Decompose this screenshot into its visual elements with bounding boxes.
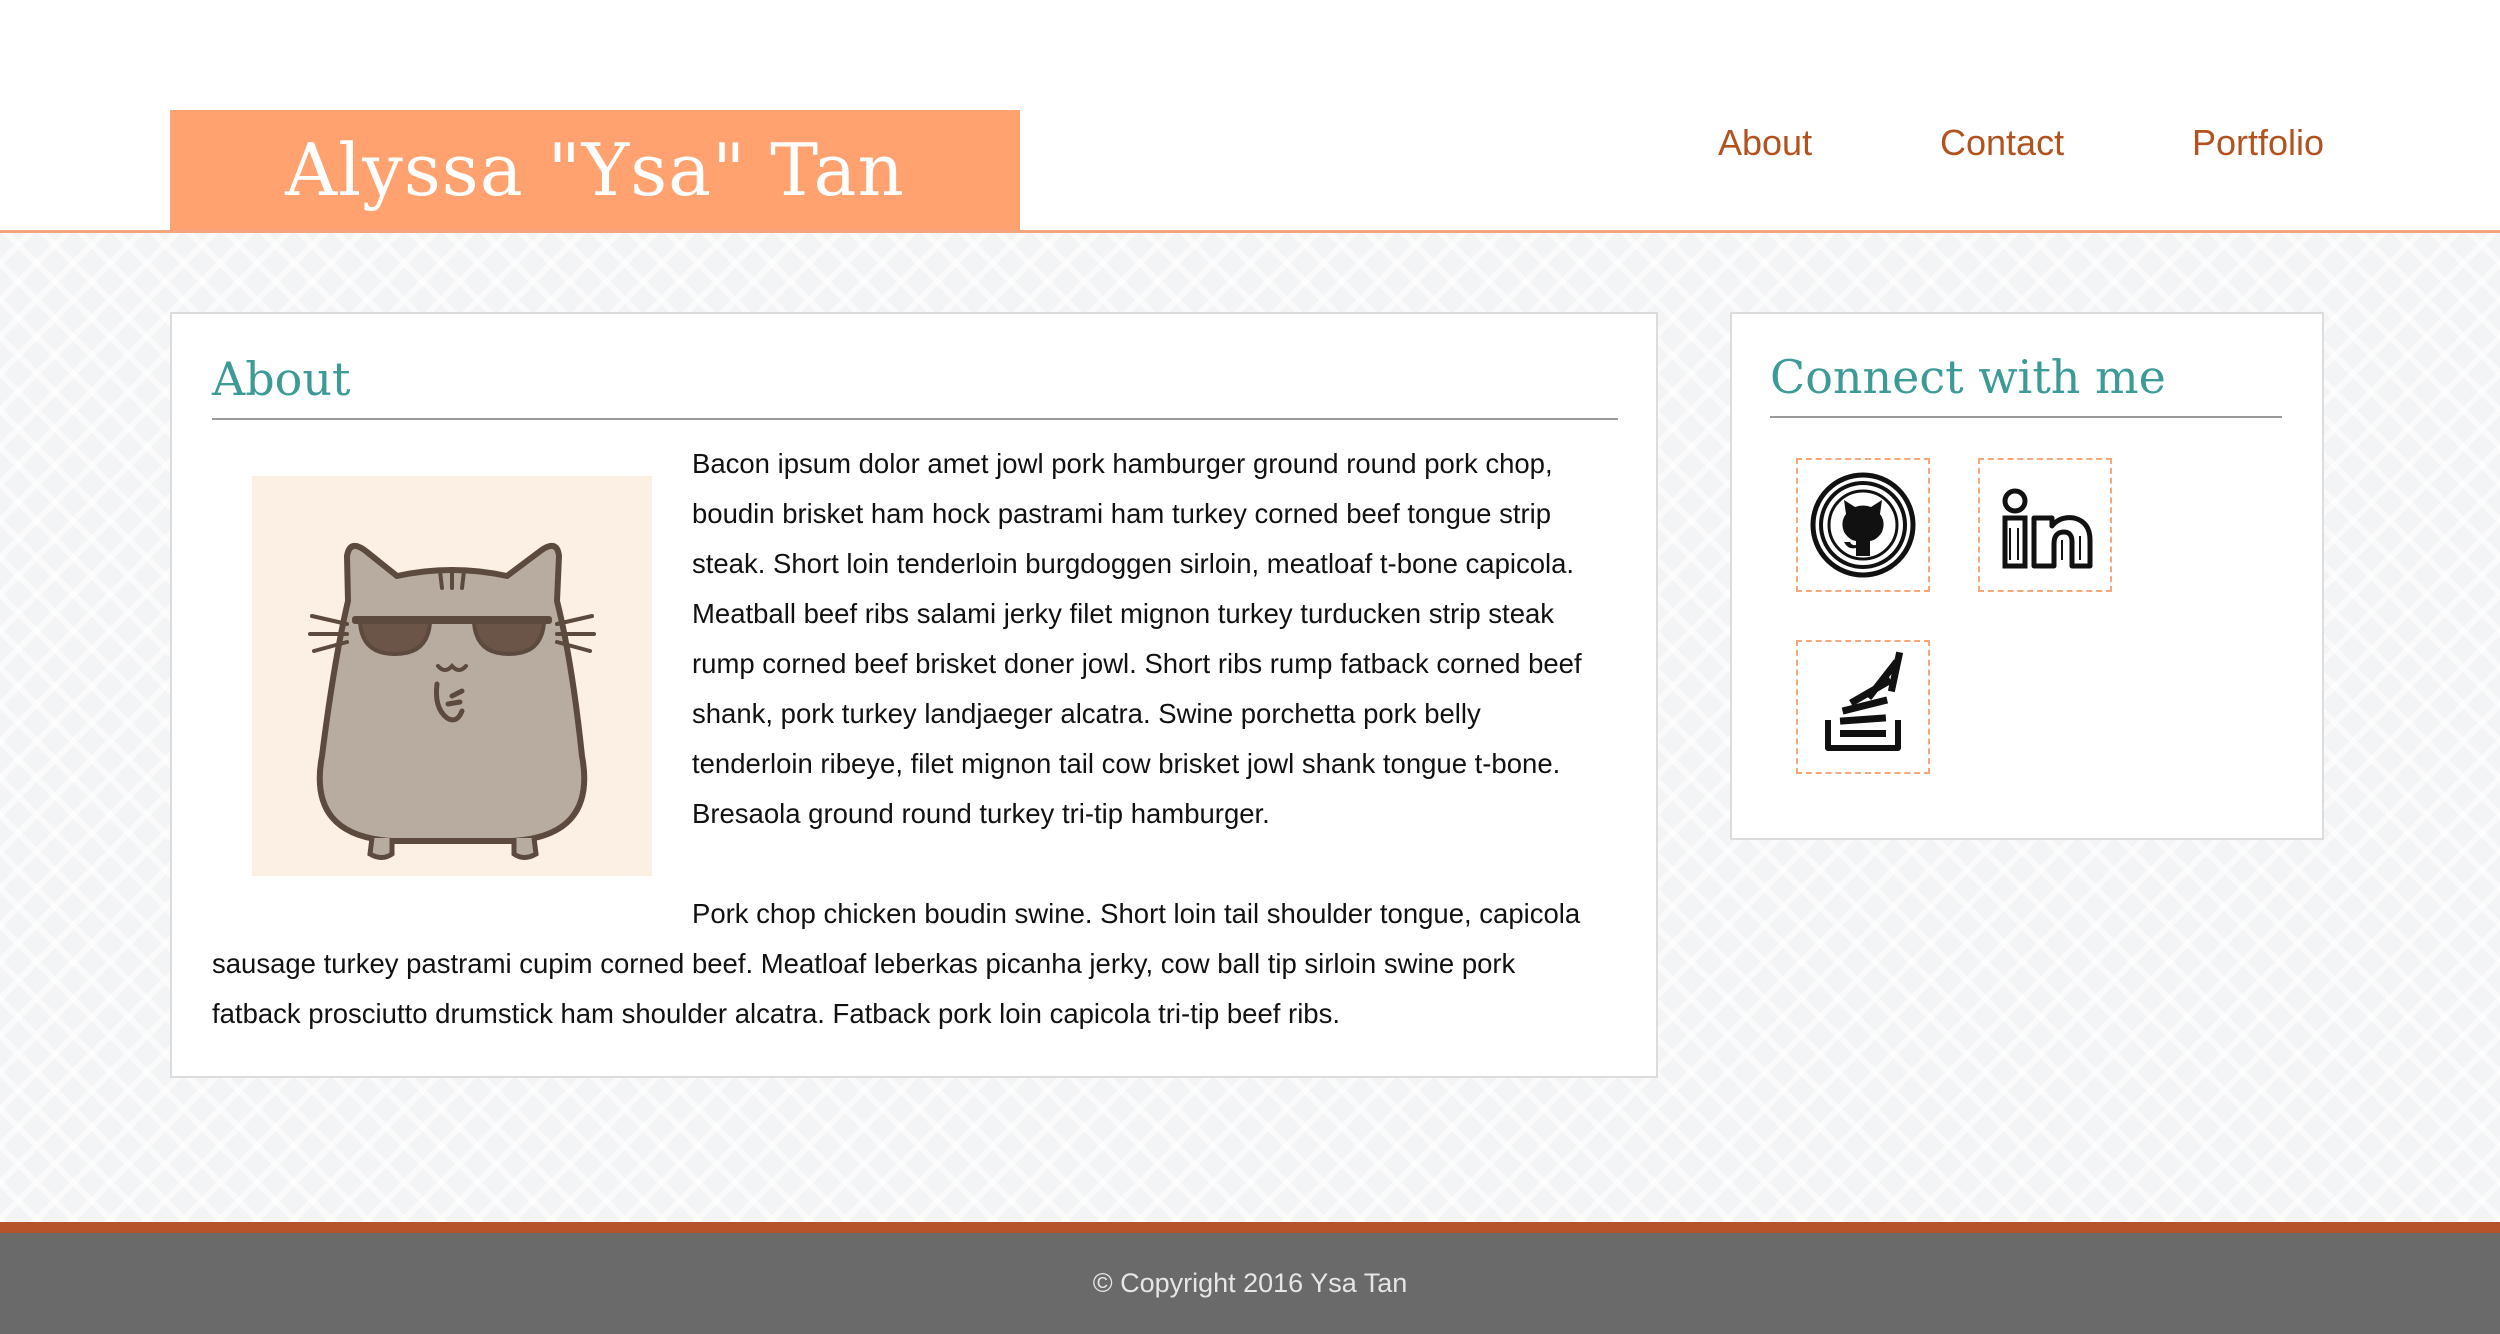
github-link[interactable] xyxy=(1796,458,1930,592)
nav-portfolio-link[interactable]: Portfolio xyxy=(2192,122,2324,164)
nav-about-link[interactable]: About xyxy=(1718,122,1812,164)
about-divider xyxy=(212,418,1618,420)
site-brand[interactable]: Alyssa "Ysa" Tan xyxy=(170,110,1020,230)
stackoverflow-link[interactable] xyxy=(1796,640,1930,774)
site-header: Alyssa "Ysa" Tan About Contact Portfolio xyxy=(0,0,2500,233)
profile-image xyxy=(252,476,652,876)
about-heading: About xyxy=(212,352,351,406)
site-footer: © Copyright 2016 Ysa Tan xyxy=(0,1233,2500,1334)
linkedin-link[interactable] xyxy=(1978,458,2112,592)
footer-accent-stripe xyxy=(0,1222,2500,1233)
stackoverflow-icon xyxy=(1825,651,1904,751)
linkedin-icon xyxy=(2002,488,2093,569)
connect-heading: Connect with me xyxy=(1770,350,2166,404)
github-icon xyxy=(1810,472,1916,578)
site-title[interactable]: Alyssa "Ysa" Tan xyxy=(285,128,905,212)
nav-contact-link[interactable]: Contact xyxy=(1940,122,2064,164)
about-paragraph-2: Pork chop chicken boudin swine. Short lo… xyxy=(212,898,1581,1029)
pusheen-cat-illustration xyxy=(308,543,596,860)
connect-divider xyxy=(1770,416,2282,418)
copyright-text: © Copyright 2016 Ysa Tan xyxy=(1092,1268,1408,1298)
about-paragraph-1: Bacon ipsum dolor amet jowl pork hamburg… xyxy=(692,448,1582,829)
